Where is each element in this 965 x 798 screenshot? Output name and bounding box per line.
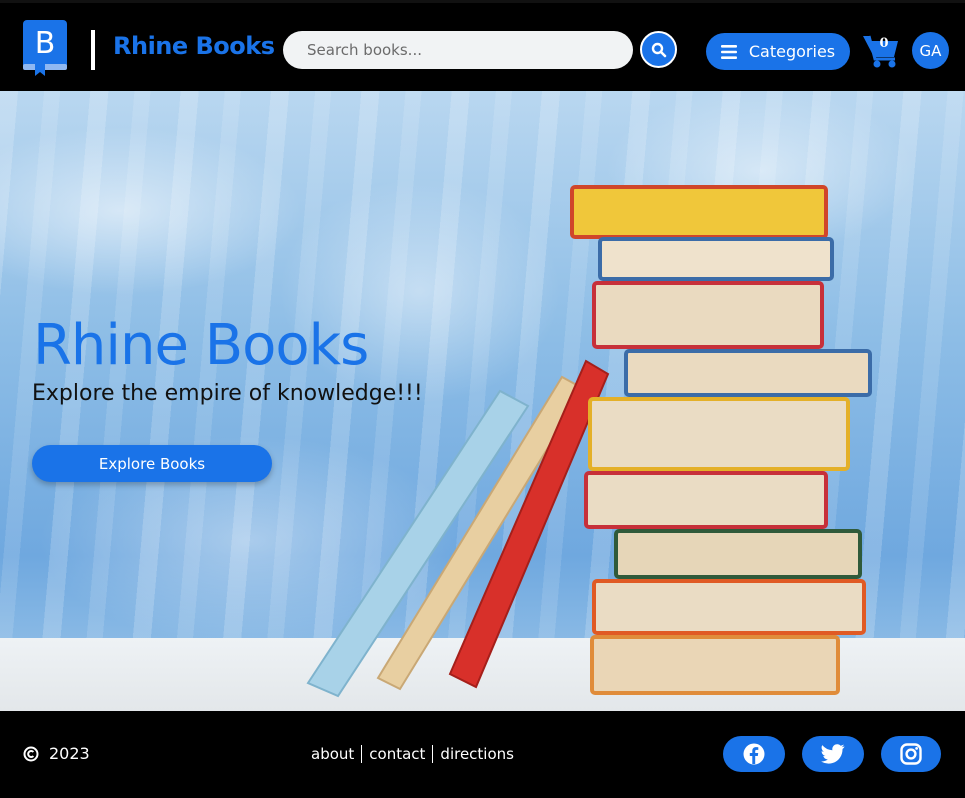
instagram-button[interactable] xyxy=(881,736,941,772)
header: B Rhine Books Categories xyxy=(0,0,965,91)
brand-name[interactable]: Rhine Books xyxy=(113,32,275,60)
categories-label: Categories xyxy=(748,42,836,61)
instagram-icon xyxy=(900,743,922,765)
footer: 2023 about contact directions xyxy=(0,711,965,798)
footer-links: about contact directions xyxy=(304,743,521,765)
copyright-icon xyxy=(23,746,39,761)
hero-title: Rhine Books xyxy=(33,313,369,378)
user-avatar[interactable]: GA xyxy=(912,32,949,69)
search-button[interactable] xyxy=(640,31,677,68)
facebook-button[interactable] xyxy=(723,736,785,772)
twitter-icon xyxy=(821,744,845,764)
search-input[interactable] xyxy=(283,31,633,69)
brand-divider xyxy=(91,30,95,70)
explore-books-button[interactable]: Explore Books xyxy=(32,445,272,482)
cart-count-badge: 0 xyxy=(879,36,889,51)
footer-link-about[interactable]: about xyxy=(304,745,361,763)
categories-button[interactable]: Categories xyxy=(706,33,850,70)
leaning-books xyxy=(306,359,610,698)
page: B Rhine Books Categories xyxy=(0,0,965,798)
hero-banner: Rhine Books Explore the empire of knowle… xyxy=(0,91,965,711)
footer-link-contact[interactable]: contact xyxy=(361,745,432,763)
stacked-books xyxy=(570,185,872,695)
logo-icon[interactable]: B xyxy=(23,20,67,76)
twitter-button[interactable] xyxy=(802,736,864,772)
footer-link-directions[interactable]: directions xyxy=(432,745,521,763)
logo-letter: B xyxy=(35,26,56,61)
cart-button[interactable]: 0 xyxy=(862,33,902,69)
hero-subtitle: Explore the empire of knowledge!!! xyxy=(32,381,423,406)
copyright-year: 2023 xyxy=(49,744,90,763)
search-icon xyxy=(651,42,666,57)
copyright: 2023 xyxy=(23,744,90,763)
menu-icon xyxy=(720,44,737,59)
book-stack-image xyxy=(306,185,872,698)
facebook-icon xyxy=(743,743,765,765)
